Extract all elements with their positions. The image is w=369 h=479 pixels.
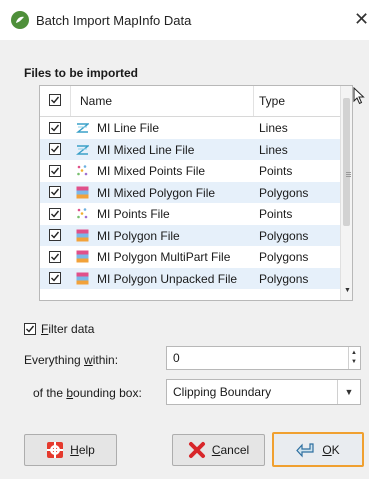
scrollbar-thumb[interactable] (343, 98, 351, 226)
row-checkbox[interactable] (49, 186, 61, 198)
table-row[interactable]: MI Mixed Points File Points (40, 160, 340, 182)
check-icon (26, 325, 35, 333)
table-row[interactable]: MI Points File Points (40, 203, 340, 225)
within-value: 0 (173, 351, 180, 365)
file-name: MI Mixed Polygon File (97, 185, 216, 200)
column-header-type[interactable]: Type (259, 94, 285, 108)
spin-up-icon: ▲ (351, 350, 357, 356)
return-arrow-icon (296, 442, 316, 458)
lines-icon (76, 121, 90, 134)
check-icon (51, 167, 60, 175)
cancel-label: Cancel (211, 443, 250, 457)
within-spinner[interactable]: ▲ ▼ (348, 347, 360, 369)
table-row[interactable]: MI Polygon MultiPart File Polygons (40, 246, 340, 268)
help-button[interactable]: Help (24, 434, 117, 466)
filter-data-label[interactable]: Filter data (41, 322, 94, 336)
file-name: MI Polygon MultiPart File (97, 250, 231, 264)
file-type: Points (259, 164, 293, 178)
file-name: MI Polygon File (97, 228, 180, 243)
ok-button[interactable]: OK (272, 432, 364, 467)
bounding-box-select[interactable]: Clipping Boundary ▼ (166, 379, 361, 405)
row-checkbox[interactable] (49, 229, 61, 241)
check-icon (51, 253, 60, 261)
scroll-down-icon[interactable]: ▼ (344, 287, 351, 294)
row-checkbox[interactable] (49, 164, 61, 177)
check-icon (51, 210, 60, 218)
file-name: MI Mixed Points File (97, 164, 206, 178)
title-bar[interactable]: Batch Import MapInfo Data ✕ (0, 0, 369, 40)
file-name: MI Line File (97, 121, 160, 135)
mouse-cursor-icon (353, 86, 365, 108)
bounding-box-label: of the bounding box: (33, 386, 142, 400)
file-type: Lines (259, 121, 288, 135)
within-distance-input[interactable]: 0 ▲ ▼ (166, 346, 361, 370)
points-icon (76, 164, 89, 177)
cancel-button[interactable]: Cancel (172, 434, 265, 466)
file-name: MI Points File (97, 207, 170, 221)
column-divider (253, 86, 254, 116)
ok-label: OK (322, 442, 340, 457)
file-name: MI Mixed Line File (97, 142, 195, 157)
spin-down-icon: ▼ (351, 359, 357, 365)
select-all-checkbox[interactable] (49, 94, 61, 106)
window-title: Batch Import MapInfo Data (36, 13, 192, 28)
polygons-icon (76, 229, 89, 242)
check-icon (51, 188, 60, 196)
check-icon (51, 124, 60, 132)
files-section-title: Files to be imported (24, 66, 139, 80)
table-row[interactable]: MI Mixed Polygon File Polygons (40, 181, 340, 203)
file-type: Points (259, 207, 293, 221)
chevron-down-icon[interactable]: ▼ (337, 380, 360, 404)
check-icon (51, 231, 60, 239)
row-checkbox[interactable] (49, 143, 61, 155)
table-row[interactable]: MI Polygon Unpacked File Polygons (40, 267, 340, 289)
vertical-scrollbar[interactable]: ▼ (340, 86, 352, 300)
close-icon[interactable]: ✕ (354, 9, 369, 29)
table-row[interactable]: MI Polygon File Polygons (40, 224, 340, 246)
polygons-icon (76, 272, 89, 285)
polygons-icon (76, 186, 89, 199)
file-type: Lines (259, 142, 288, 157)
lines-icon (76, 143, 90, 156)
cancel-icon (188, 441, 206, 459)
polygons-icon (76, 250, 89, 263)
lifebuoy-icon (46, 441, 64, 459)
file-type: Polygons (259, 250, 309, 264)
column-divider (70, 86, 71, 116)
help-label: Help (70, 443, 95, 457)
row-checkbox[interactable] (49, 272, 61, 284)
batch-import-dialog: Batch Import MapInfo Data ✕ Files to be … (0, 0, 369, 479)
filter-data-checkbox[interactable] (24, 323, 36, 335)
bounding-box-value: Clipping Boundary (173, 385, 272, 399)
within-label: Everything within: (24, 353, 119, 367)
file-type: Polygons (259, 185, 309, 200)
grip-icon (346, 172, 351, 173)
table-row[interactable]: MI Line File Lines (40, 117, 340, 139)
files-table: Name Type MI Line File Lines MI Mixed Line… (39, 85, 353, 301)
row-checkbox[interactable] (49, 250, 61, 263)
file-type: Polygons (259, 228, 309, 243)
table-body: MI Line File Lines MI Mixed Line File Lines… (40, 117, 340, 289)
table-header: Name Type (40, 86, 352, 117)
check-icon (51, 145, 60, 153)
row-checkbox[interactable] (49, 121, 61, 134)
column-header-name[interactable]: Name (80, 94, 112, 108)
row-checkbox[interactable] (49, 207, 61, 220)
table-row[interactable]: MI Mixed Line File Lines (40, 138, 340, 160)
check-icon (51, 274, 60, 282)
file-type: Polygons (259, 271, 309, 286)
file-name: MI Polygon Unpacked File (97, 271, 238, 286)
points-icon (76, 207, 89, 220)
check-icon (51, 96, 60, 104)
app-icon (11, 11, 29, 29)
